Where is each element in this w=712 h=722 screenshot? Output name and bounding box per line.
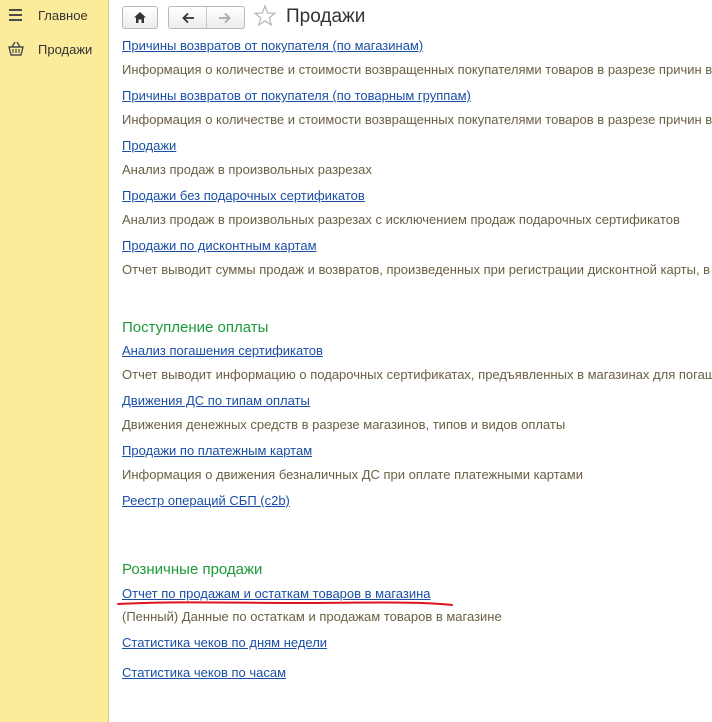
menu-lines-icon [9,9,22,21]
report-link-sales[interactable]: Продажи [122,138,176,153]
report-link-return-reasons-groups[interactable]: Причины возвратов от покупателя (по това… [122,88,471,103]
sidebar: Главное Продажи [0,0,109,722]
home-icon [134,12,146,23]
navigation-buttons [168,6,245,29]
report-link-sales-without-certificates[interactable]: Продажи без подарочных сертификатов [122,188,365,203]
section-title-payments: Поступление оплаты [122,319,269,336]
report-link-payment-card-sales[interactable]: Продажи по платежным картам [122,443,312,458]
report-description: (Пенный) Данные по остаткам и продажам т… [122,609,502,624]
report-description: Информация о количестве и стоимости возв… [122,62,712,77]
basket-icon [8,41,24,56]
page-title: Продажи [286,6,366,27]
report-description: Отчет выводит информацию о подарочных се… [122,367,712,382]
report-link-cash-flow-payment-types[interactable]: Движения ДС по типам оплаты [122,393,310,408]
report-description: Движения денежных средств в разрезе мага… [122,417,566,432]
report-description: Отчет выводит суммы продаж и возвратов, … [122,262,712,277]
forward-button[interactable] [207,7,244,28]
sidebar-item-label: Продажи [38,41,93,57]
report-description: Анализ продаж в произвольных разрезах с … [122,212,680,227]
sidebar-item-label: Главное [38,7,88,23]
report-description: Анализ продаж в произвольных разрезах [122,162,372,177]
report-link-certificate-redemption[interactable]: Анализ погашения сертификатов [122,343,323,358]
sidebar-item-main[interactable]: Главное [0,2,108,28]
report-link-receipts-by-hour[interactable]: Статистика чеков по часам [122,665,286,680]
back-button[interactable] [169,7,206,28]
report-link-return-reasons-stores[interactable]: Причины возвратов от покупателя (по мага… [122,38,423,53]
favorite-star-icon[interactable] [253,4,277,28]
home-button[interactable] [122,6,158,29]
report-link-sales-discount-cards[interactable]: Продажи по дисконтным картам [122,238,317,253]
report-link-receipts-by-weekday[interactable]: Статистика чеков по дням недели [122,635,327,650]
section-title-retail: Розничные продажи [122,561,263,578]
report-description: Информация о движения безналичных ДС при… [122,467,583,482]
sidebar-item-sales[interactable]: Продажи [0,36,108,62]
report-description: Информация о количестве и стоимости возв… [122,112,712,127]
report-link-sbp-registry[interactable]: Реестр операций СБП (c2b) [122,493,290,508]
red-underline-annotation [117,601,453,606]
forward-arrow-icon [219,12,232,23]
back-arrow-icon [181,12,194,23]
